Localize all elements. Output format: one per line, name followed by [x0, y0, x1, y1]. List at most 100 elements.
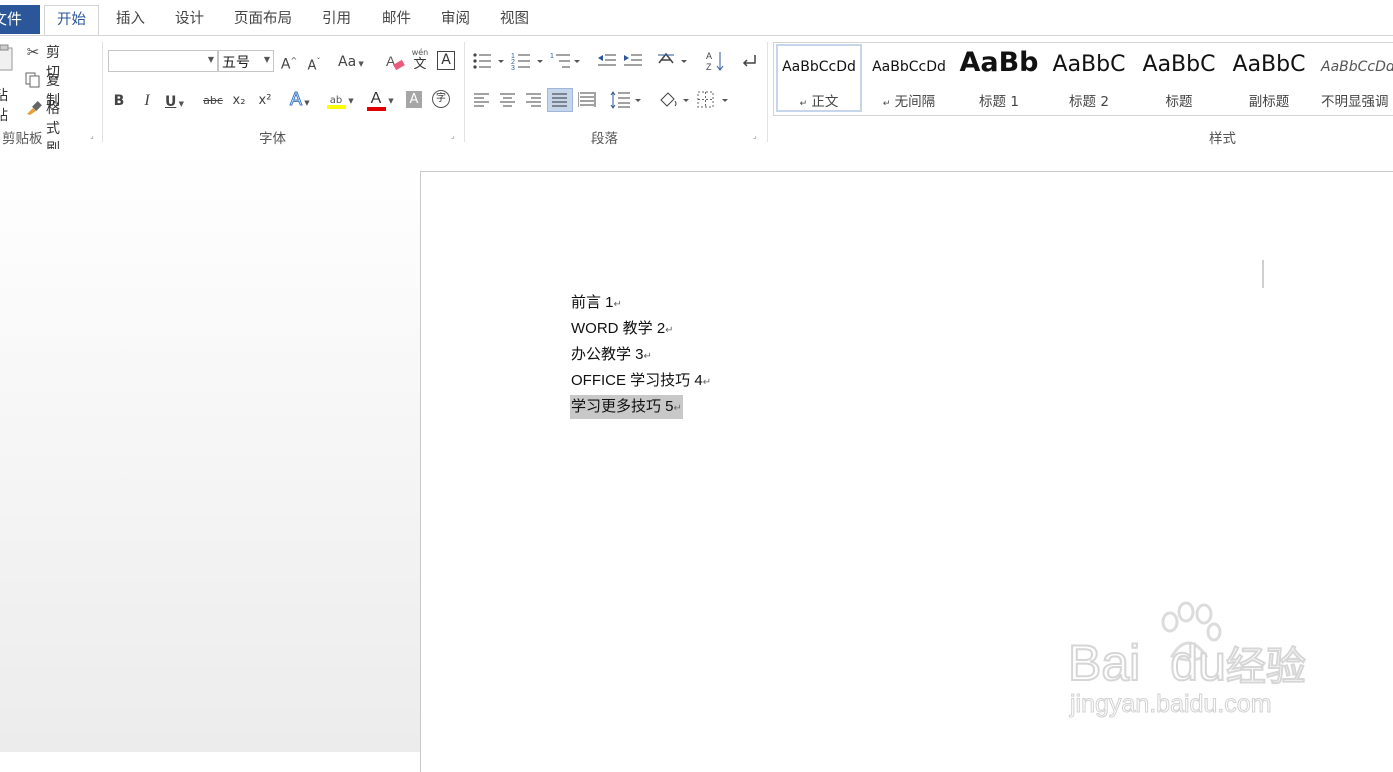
paste-label: 粘贴: [0, 88, 8, 124]
shading-button[interactable]: [658, 90, 692, 110]
style-name: 副标题: [1248, 94, 1290, 110]
watermark-cn: 经验: [1225, 644, 1307, 690]
style-preview: AaBbC: [1052, 52, 1126, 77]
paragraph-mark: ↵: [882, 99, 891, 109]
clear-formatting-icon[interactable]: A: [386, 53, 406, 71]
document-line: 办公教学 3↵: [571, 346, 652, 363]
borders-button[interactable]: [697, 91, 733, 109]
paste-button[interactable]: 粘贴: [0, 42, 20, 124]
paragraph-mark: ↵: [665, 325, 674, 336]
scissors-icon: ✂: [26, 43, 40, 61]
styles-gallery: AaBbCcDd ↵ 正文 AaBbCcDd ↵ 无间隔 AaBb 标题 1 A…: [773, 42, 1393, 116]
chevron-down-icon: ▼: [346, 97, 354, 105]
style-preview: AaBbCcDd: [1321, 59, 1393, 75]
style-item[interactable]: AaBb 标题 1: [955, 43, 1043, 113]
tab-design[interactable]: 设计: [163, 5, 216, 34]
tab-references[interactable]: 引用: [310, 5, 363, 34]
paragraph-mark: ↵: [613, 299, 622, 310]
style-item[interactable]: AaBbC 副标题: [1225, 43, 1313, 113]
font-size-combo[interactable]: 五号 ▼: [218, 50, 274, 72]
style-name: 标题 2: [1069, 94, 1109, 110]
grow-font-icon[interactable]: A^: [280, 51, 298, 75]
style-name: 标题: [1165, 94, 1193, 110]
font-name-combo[interactable]: ▼: [108, 50, 218, 72]
style-name: 正文: [811, 94, 839, 110]
paragraph-group-label: 段落: [591, 131, 618, 147]
paragraph-mark: ↵: [643, 351, 652, 362]
chevron-down-icon: ▼: [207, 55, 214, 64]
svg-text:Z: Z: [706, 62, 712, 72]
style-name: 不明显强调: [1321, 94, 1389, 110]
bullets-button[interactable]: [472, 52, 508, 70]
font-color-button[interactable]: A ▼: [366, 88, 394, 111]
document-line: 前言 1↵: [571, 294, 622, 311]
tab-mailings[interactable]: 邮件: [370, 5, 423, 34]
document-line-selected: 学习更多技巧 5↵: [570, 395, 683, 419]
numbering-button[interactable]: 1 2 3: [511, 51, 547, 71]
align-right-icon[interactable]: [526, 93, 542, 107]
document-line: WORD 教学 2↵: [571, 320, 674, 337]
underline-label: U: [165, 94, 177, 110]
tab-view[interactable]: 视图: [488, 5, 541, 34]
clipboard-icon: [0, 44, 13, 71]
italic-button[interactable]: I: [140, 91, 154, 111]
font-color-icon: A: [370, 90, 382, 107]
tab-file[interactable]: 文件: [0, 5, 40, 34]
change-case-button[interactable]: Aa ▼: [338, 51, 364, 71]
text-effects-button[interactable]: A ▼: [289, 89, 310, 110]
enclose-characters-icon[interactable]: 字: [432, 90, 450, 108]
watermark-brand: Bai: [1067, 634, 1141, 692]
style-item[interactable]: AaBbCcDd ↵ 正文: [775, 43, 863, 113]
highlight-color-button[interactable]: ab ▼: [326, 88, 354, 109]
character-shading-icon[interactable]: A: [406, 91, 422, 108]
align-center-icon[interactable]: [500, 93, 516, 107]
sort-icon[interactable]: A Z: [705, 50, 727, 72]
justify-button[interactable]: [547, 88, 573, 112]
clipboard-group-label: 剪贴板: [2, 131, 43, 147]
bold-button[interactable]: B: [112, 91, 126, 111]
style-preview: AaBbCcDd: [872, 59, 946, 75]
paragraph-dialog-launcher-icon[interactable]: ⌟: [753, 132, 761, 140]
highlight-color-swatch: [327, 105, 346, 109]
character-border-icon[interactable]: A: [437, 51, 455, 70]
align-left-icon[interactable]: [474, 93, 490, 107]
svg-text:3: 3: [511, 65, 515, 71]
tab-home[interactable]: 开始: [44, 5, 99, 36]
multilevel-list-button[interactable]: 1: [550, 51, 584, 71]
chevron-down-icon: ▼: [302, 99, 310, 107]
style-item[interactable]: AaBbC 标题: [1135, 43, 1223, 113]
clipboard-dialog-launcher-icon[interactable]: ⌟: [90, 132, 98, 140]
group-divider: [102, 42, 103, 142]
style-preview: AaBb: [959, 47, 1039, 78]
increase-indent-icon[interactable]: [623, 53, 643, 69]
decrease-indent-icon[interactable]: [597, 53, 617, 69]
chevron-down-icon: ▼: [176, 100, 184, 108]
tab-insert[interactable]: 插入: [104, 5, 157, 34]
ribbon: 粘贴 ✂ 剪切 复制 格式刷 剪贴板 ⌟ ▼ 五号 ▼ A^ Aˇ Aa ▼ A: [0, 35, 1393, 157]
chevron-down-icon: ▼: [263, 55, 270, 64]
paintbrush-icon: [27, 101, 42, 115]
asian-layout-button[interactable]: [657, 51, 691, 71]
show-hide-marks-icon[interactable]: [739, 51, 759, 71]
svg-text:1: 1: [550, 53, 554, 60]
font-group-label: 字体: [259, 131, 286, 147]
style-item[interactable]: AaBbCcDd 不明显强调: [1315, 43, 1393, 113]
line-spacing-button[interactable]: [610, 91, 644, 109]
font-dialog-launcher-icon[interactable]: ⌟: [451, 132, 459, 140]
tab-review[interactable]: 审阅: [429, 5, 482, 34]
phonetic-guide-bottom: 文: [413, 57, 427, 72]
style-item[interactable]: AaBbC 标题 2: [1045, 43, 1133, 113]
watermark-brand-tail: du: [1169, 634, 1227, 692]
distributed-icon[interactable]: [578, 92, 596, 108]
style-item[interactable]: AaBbCcDd ↵ 无间隔: [865, 43, 953, 113]
phonetic-guide-button[interactable]: wén 文: [410, 48, 430, 76]
superscript-button[interactable]: x²: [256, 91, 274, 111]
shrink-font-icon[interactable]: Aˇ: [305, 52, 323, 76]
style-preview: AaBbC: [1142, 52, 1216, 77]
strikethrough-button[interactable]: abc: [201, 91, 225, 111]
subscript-button[interactable]: x₂: [230, 91, 248, 111]
group-divider: [767, 42, 768, 142]
copy-icon: [25, 72, 40, 88]
tab-layout[interactable]: 页面布局: [222, 5, 304, 34]
underline-button[interactable]: U ▼: [165, 91, 184, 112]
